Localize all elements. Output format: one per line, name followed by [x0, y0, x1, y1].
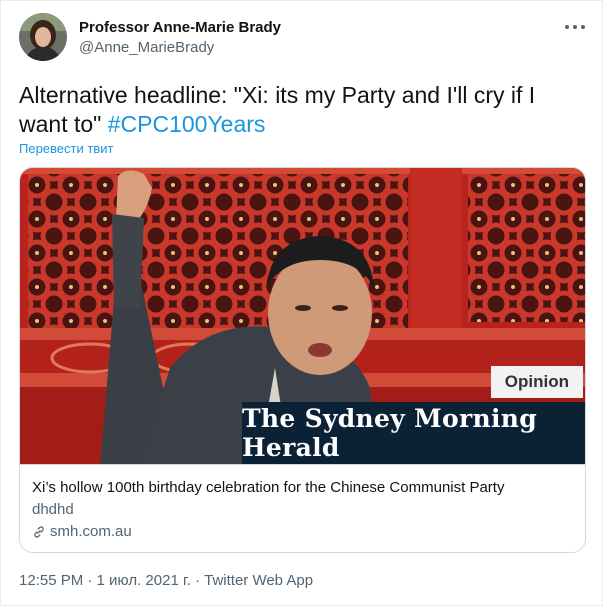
link-card[interactable]: Opinion The Sydney Morning Herald Xi’s h… — [19, 167, 586, 553]
tweet-body: Alternative headline: "Xi: its my Party … — [19, 82, 536, 137]
card-domain: smh.com.au — [50, 523, 132, 540]
tweet-text: Alternative headline: "Xi: its my Party … — [19, 81, 589, 139]
publication-masthead: The Sydney Morning Herald — [242, 402, 585, 464]
avatar-image — [19, 13, 67, 61]
link-icon — [34, 525, 44, 538]
card-description: dhdhd — [32, 501, 74, 518]
author-name[interactable]: Professor Anne-Marie Brady — [79, 19, 281, 36]
avatar[interactable] — [19, 13, 67, 61]
card-domain-row: smh.com.au — [32, 523, 132, 540]
tweet: Professor Anne-Marie Brady @Anne_MarieBr… — [0, 0, 603, 606]
card-title: Xi’s hollow 100th birthday celebration f… — [32, 479, 505, 496]
more-icon[interactable] — [565, 19, 585, 35]
hashtag-link[interactable]: #CPC100Years — [108, 111, 266, 137]
opinion-badge: Opinion — [490, 366, 583, 398]
card-body: Xi’s hollow 100th birthday celebration f… — [20, 464, 585, 552]
translate-tweet-link[interactable]: Перевести твит — [19, 141, 113, 156]
author-handle[interactable]: @Anne_MarieBrady — [79, 39, 214, 56]
tweet-timestamp[interactable]: 12:55 PM · 1 июл. 2021 г. · Twitter Web … — [19, 572, 313, 589]
